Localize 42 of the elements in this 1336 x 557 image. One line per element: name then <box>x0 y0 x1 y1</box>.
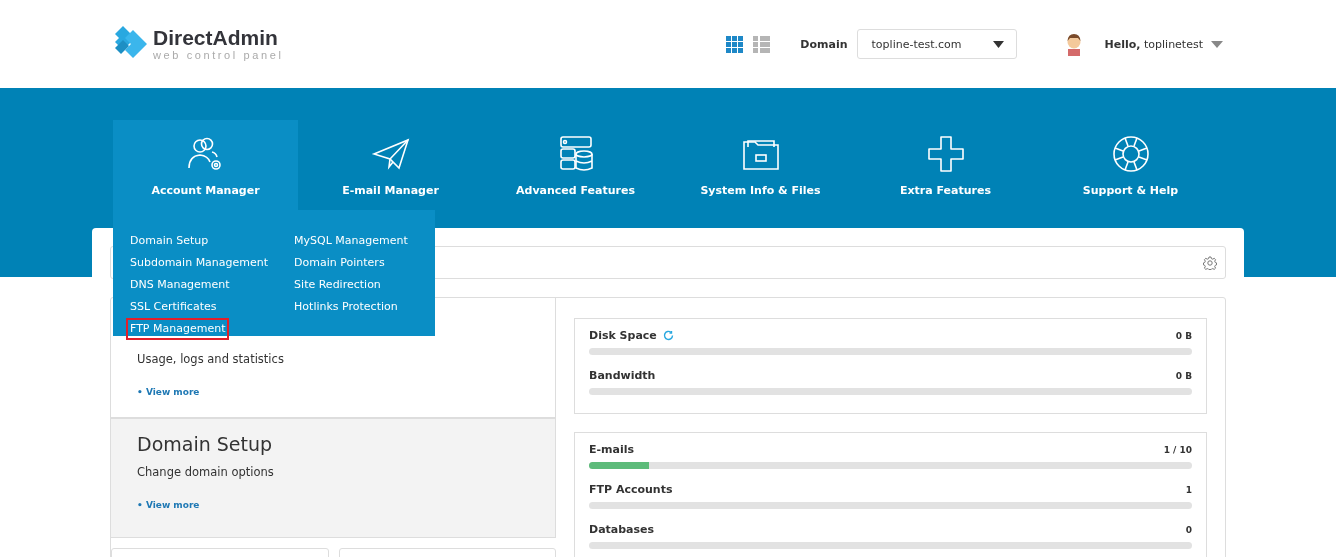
stat-value: 0 B <box>1175 370 1192 381</box>
caret-icon[interactable] <box>1211 40 1223 48</box>
nav-tab[interactable]: System Info & Files <box>668 120 853 210</box>
stat-value: 0 B <box>1175 330 1192 341</box>
view-more-link[interactable]: • View more <box>137 387 200 397</box>
menu-link[interactable]: Domain Pointers <box>290 252 389 274</box>
nav-tab[interactable]: Support & Help <box>1038 120 1223 210</box>
plus-icon <box>925 133 966 174</box>
menu-link[interactable]: DNS Management <box>126 274 234 296</box>
menu-link[interactable]: SSL Certificates <box>126 296 221 318</box>
stat-label: Bandwidth <box>589 369 656 382</box>
nav-tab[interactable]: Account Manager <box>113 120 298 210</box>
stat-label: E-mails <box>589 443 635 456</box>
card-description: Usage, logs and statistics <box>137 352 285 366</box>
stat-label: Databases <box>589 523 655 536</box>
nav-tab[interactable]: Extra Features <box>853 120 1038 210</box>
list-view-icon[interactable] <box>753 35 771 53</box>
menu-link[interactable]: Subdomain Management <box>126 252 273 274</box>
grid-view-icon[interactable] <box>726 35 744 53</box>
stat-value: 0 <box>1185 524 1192 535</box>
user-greeting[interactable]: Hello, toplinetest <box>1104 37 1203 51</box>
nav-tab[interactable]: Advanced Features <box>483 120 668 210</box>
settings-icon[interactable] <box>1203 255 1217 270</box>
domain-label: Domain <box>800 37 848 51</box>
menu-link[interactable]: Hotlinks Protection <box>290 296 402 318</box>
logo-name: DirectAdmin <box>153 27 279 48</box>
stat-value: 1 <box>1185 484 1192 495</box>
stat-label: Disk Space <box>589 329 657 342</box>
stat-value: 1 / 10 <box>1163 444 1192 455</box>
menu-link[interactable]: Site Redirection <box>290 274 385 296</box>
menu-link[interactable]: Domain Setup <box>126 230 213 252</box>
card-title: Domain Setup <box>137 433 274 455</box>
logo-tagline: web control panel <box>153 50 284 61</box>
view-more-link[interactable]: • View more <box>137 500 200 510</box>
menu-link[interactable]: FTP Management <box>126 318 230 340</box>
domain-select[interactable]: topline-test.com <box>856 29 1017 59</box>
card-description: Change domain options <box>137 465 275 479</box>
stat-label: FTP Accounts <box>589 483 673 496</box>
lifebuoy-icon <box>1110 133 1151 174</box>
menu-link[interactable]: MySQL Management <box>290 230 412 252</box>
nav-tab[interactable]: E-mail Manager <box>298 120 483 210</box>
caret-icon <box>992 40 1004 48</box>
